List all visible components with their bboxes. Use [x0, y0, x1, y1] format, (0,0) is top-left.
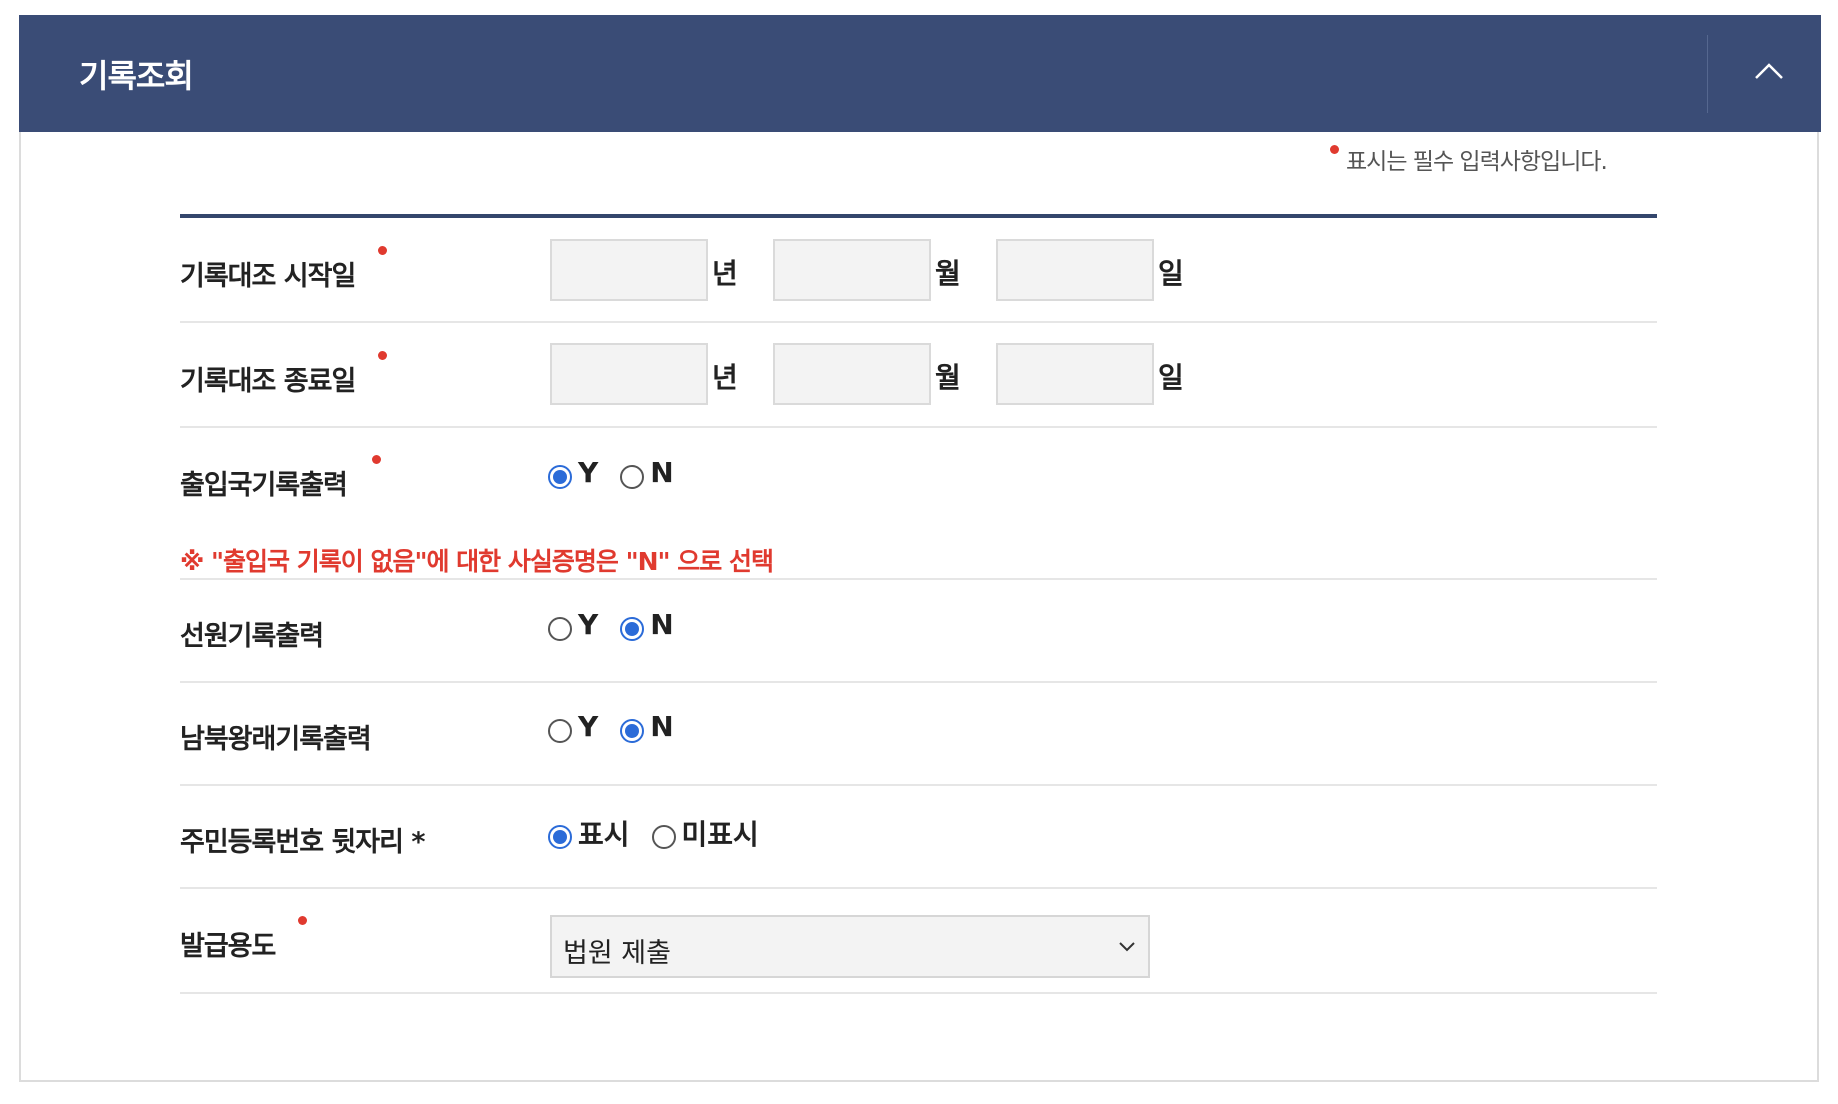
- form-top-border: [180, 214, 1657, 218]
- chevron-up-icon: [1755, 63, 1783, 79]
- start-date-label: 기록대조 시작일: [180, 246, 387, 293]
- crew-radio-group: Y N: [548, 608, 696, 645]
- resident-number-radio-show[interactable]: [548, 825, 572, 849]
- radio-label-n: N: [650, 608, 674, 641]
- start-month-input[interactable]: [773, 239, 931, 301]
- required-dot: [298, 916, 307, 925]
- end-month-input[interactable]: [773, 343, 931, 405]
- end-date-label: 기록대조 종료일: [180, 351, 387, 398]
- inter-korea-radio-group: Y N: [548, 710, 696, 747]
- crew-radio-n[interactable]: [620, 616, 645, 641]
- immigration-label: 출입국기록출력: [180, 455, 381, 502]
- radio-label-show: 표시: [578, 818, 630, 851]
- panel-title: 기록조회: [79, 57, 194, 95]
- row-divider: [180, 321, 1657, 323]
- row-divider: [180, 887, 1657, 889]
- purpose-label: 발급용도: [180, 916, 307, 963]
- required-dot: [378, 246, 387, 255]
- row-divider: [180, 578, 1657, 580]
- day-unit: 일: [1158, 361, 1184, 394]
- required-note: 표시는 필수 입력사항입니다.: [1330, 142, 1608, 176]
- radio-label-hide: 미표시: [681, 818, 759, 851]
- panel-header: 기록조회: [19, 15, 1821, 132]
- inter-korea-label: 남북왕래기록출력: [180, 724, 372, 755]
- inter-korea-radio-n[interactable]: [620, 718, 645, 743]
- row-divider: [180, 426, 1657, 428]
- crew-radio-y[interactable]: [548, 616, 572, 641]
- resident-number-radio-group: 표시 미표시: [548, 817, 781, 857]
- end-day-input[interactable]: [996, 343, 1154, 405]
- resident-number-radio-hide[interactable]: [651, 825, 676, 849]
- row-divider: [180, 784, 1657, 786]
- end-year-input[interactable]: [550, 343, 708, 405]
- required-note-text: 표시는 필수 입력사항입니다.: [1346, 149, 1608, 175]
- purpose-label-text: 발급용도: [180, 931, 276, 962]
- resident-number-label: 주민등록번호 뒷자리 *: [180, 827, 425, 858]
- start-year-input[interactable]: [550, 239, 708, 301]
- month-unit: 월: [935, 361, 961, 394]
- year-unit: 년: [712, 361, 738, 394]
- year-unit: 년: [712, 257, 738, 290]
- end-date-label-text: 기록대조 종료일: [180, 366, 356, 397]
- required-dot: [1330, 145, 1339, 154]
- start-day-input[interactable]: [996, 239, 1154, 301]
- purpose-select[interactable]: 법원 제출: [550, 915, 1150, 978]
- radio-label-y: Y: [578, 456, 599, 489]
- chevron-down-icon: [1119, 942, 1135, 952]
- radio-label-y: Y: [578, 710, 599, 743]
- immigration-label-text: 출입국기록출력: [180, 470, 348, 501]
- row-divider: [180, 992, 1657, 994]
- inter-korea-radio-y[interactable]: [548, 718, 572, 743]
- required-dot: [378, 351, 387, 360]
- radio-label-n: N: [650, 456, 674, 489]
- immigration-radio-group: Y N: [548, 456, 696, 493]
- immigration-radio-y[interactable]: [548, 464, 572, 489]
- notice-text: ※ "출입국 기록이 없음"에 대한 사실증명은 "N" 으로 선택: [180, 547, 774, 576]
- month-unit: 월: [935, 257, 961, 290]
- crew-label: 선원기록출력: [180, 621, 324, 652]
- header-divider: [1707, 35, 1708, 113]
- immigration-radio-n[interactable]: [620, 464, 645, 489]
- radio-label-y: Y: [578, 608, 599, 641]
- radio-label-n: N: [650, 710, 674, 743]
- required-dot: [372, 455, 381, 464]
- purpose-select-value: 법원 제출: [563, 938, 671, 969]
- row-divider: [180, 681, 1657, 683]
- start-date-label-text: 기록대조 시작일: [180, 261, 356, 292]
- day-unit: 일: [1158, 257, 1184, 290]
- collapse-button[interactable]: [1719, 35, 1819, 113]
